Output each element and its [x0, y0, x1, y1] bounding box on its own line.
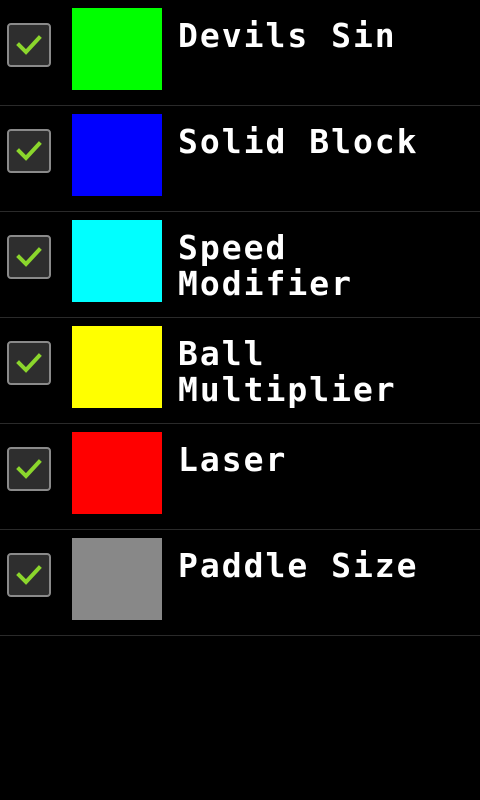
color-swatch: [72, 432, 162, 514]
list-item[interactable]: Laser: [0, 424, 480, 530]
checkbox[interactable]: [7, 235, 51, 279]
color-swatch: [72, 538, 162, 620]
list-item[interactable]: Paddle Size: [0, 530, 480, 636]
checkbox[interactable]: [7, 553, 51, 597]
powerup-label: Solid Block: [178, 122, 419, 161]
checkmark-icon: [16, 565, 42, 585]
list-item[interactable]: Solid Block: [0, 106, 480, 212]
list-item[interactable]: Ball Multiplier: [0, 318, 480, 424]
color-swatch: [72, 326, 162, 408]
powerup-label: Devils Sin: [178, 16, 397, 55]
color-swatch: [72, 220, 162, 302]
checkbox[interactable]: [7, 23, 51, 67]
powerup-label: Paddle Size: [178, 546, 419, 585]
list-item[interactable]: Devils Sin: [0, 0, 480, 106]
checkbox[interactable]: [7, 341, 51, 385]
powerup-label: Laser: [178, 440, 288, 479]
checkmark-icon: [16, 247, 42, 267]
checkbox[interactable]: [7, 129, 51, 173]
powerup-label: Ball Multiplier: [178, 334, 397, 409]
checkmark-icon: [16, 353, 42, 373]
checkmark-icon: [16, 35, 42, 55]
color-swatch: [72, 8, 162, 90]
checkmark-icon: [16, 459, 42, 479]
list-item[interactable]: Speed Modifier: [0, 212, 480, 318]
checkmark-icon: [16, 141, 42, 161]
checkbox[interactable]: [7, 447, 51, 491]
powerup-list: Devils Sin Solid Block Speed Modifier Ba…: [0, 0, 480, 636]
color-swatch: [72, 114, 162, 196]
powerup-label: Speed Modifier: [178, 228, 353, 303]
